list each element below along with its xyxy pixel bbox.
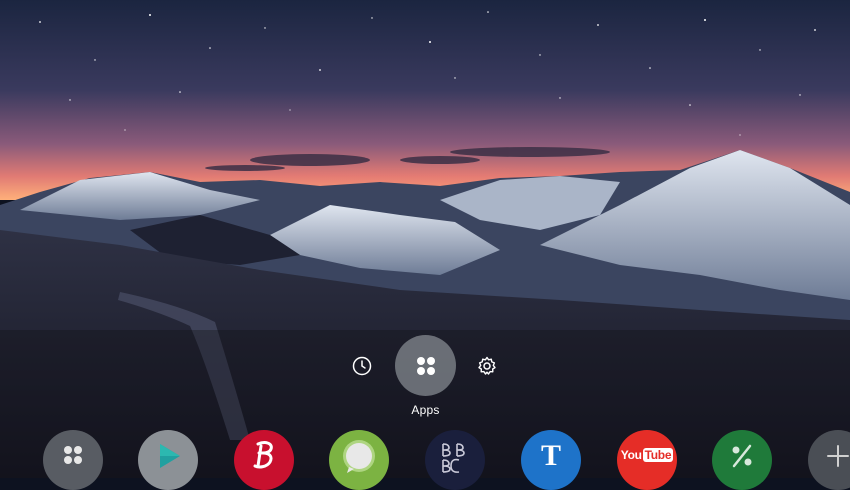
youtube-you-text: You: [620, 448, 642, 462]
recent-button[interactable]: [348, 352, 376, 380]
four-dots-icon: [416, 356, 435, 375]
dock-bbc[interactable]: [425, 430, 485, 490]
dock-youtube[interactable]: You Tube: [617, 430, 677, 490]
b-logo-icon: [253, 441, 273, 469]
dock-chat[interactable]: [329, 430, 389, 490]
dock-budweiser[interactable]: [234, 430, 294, 490]
youtube-logo: You Tube: [620, 448, 674, 462]
four-dots-icon: [64, 446, 82, 464]
dock-percent-app[interactable]: [712, 430, 772, 490]
dock-all-apps[interactable]: [43, 430, 103, 490]
play-triangle-icon: [160, 444, 180, 468]
apps-button[interactable]: [395, 335, 456, 396]
home-hub: Apps: [0, 334, 850, 424]
settings-button[interactable]: [473, 352, 501, 380]
dock-play-store[interactable]: [138, 430, 198, 490]
app-dock: T You Tube: [0, 428, 850, 490]
bbc-logo-icon: [442, 443, 465, 473]
apps-label: Apps: [411, 403, 440, 417]
t-letter: T: [540, 439, 561, 472]
dock-t-app[interactable]: T: [521, 430, 581, 490]
youtube-tube-text: Tube: [642, 448, 674, 462]
clock-icon: [352, 356, 372, 376]
plus-icon: [827, 445, 849, 467]
dock-add-app[interactable]: [808, 430, 850, 490]
percent-icon: [732, 444, 752, 468]
gear-icon: [478, 356, 496, 375]
speech-bubble-icon: [343, 440, 375, 473]
